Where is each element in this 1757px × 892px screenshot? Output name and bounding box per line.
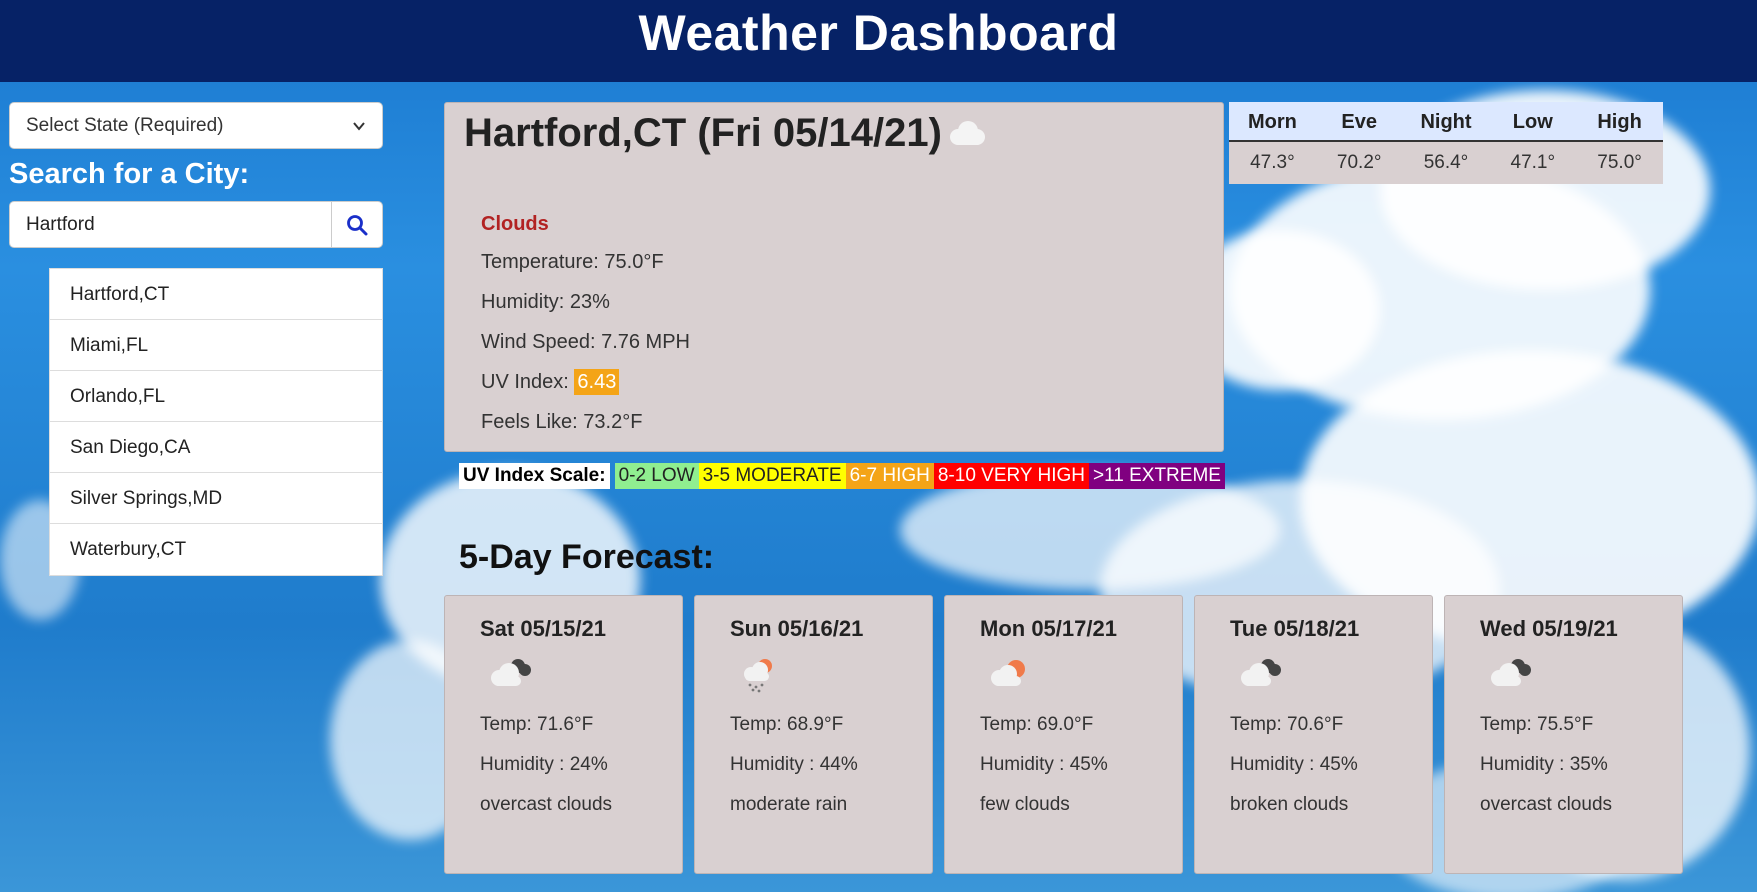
search-button[interactable] — [332, 202, 382, 247]
feels-like-text: Feels Like: 73.2°F — [481, 411, 643, 433]
uv-scale-moderate: 3-5 MODERATE — [698, 463, 846, 489]
uv-index-badge: 6.43 — [574, 369, 620, 395]
uv-scale-extreme: >11 EXTREME — [1089, 463, 1225, 489]
wind-speed-text: Wind Speed: 7.76 MPH — [481, 331, 690, 353]
weather-description: Clouds — [481, 213, 549, 235]
search-bar — [9, 201, 383, 248]
forecast-description: overcast clouds — [480, 794, 613, 815]
forecast-date: Wed 05/19/21 — [1480, 616, 1618, 641]
forecast-card: Wed 05/19/21 Temp: 75.5°F Humidity : 35%… — [1444, 595, 1683, 874]
search-label: Search for a City: — [9, 158, 250, 190]
temperature-text: Temperature: 75.0°F — [481, 251, 664, 273]
city-history-item[interactable]: San Diego,CA — [50, 422, 382, 473]
forecast-card: Tue 05/18/21 Temp: 70.6°F Humidity : 45%… — [1194, 595, 1433, 874]
forecast-humidity: Humidity : 45% — [1230, 754, 1358, 775]
temps-header-row: Morn Eve Night Low High — [1229, 102, 1663, 142]
temps-header: Low — [1512, 111, 1553, 133]
forecast-temp: Temp: 75.5°F — [1480, 714, 1594, 735]
city-history-list: Hartford,CT Miami,FL Orlando,FL San Dieg… — [49, 268, 383, 576]
temps-header: Night — [1420, 111, 1472, 133]
cloud-icon — [950, 121, 985, 145]
uv-scale-label: UV Index Scale: — [459, 463, 610, 489]
forecast-humidity: Humidity : 24% — [480, 754, 608, 775]
temps-value: 70.2° — [1336, 152, 1382, 173]
chevron-down-icon — [353, 122, 365, 131]
city-history-item[interactable]: Miami,FL — [50, 320, 382, 371]
few-clouds-icon — [991, 660, 1025, 686]
forecast-card: Sun 05/16/21 Temp: 68.9°F Humidity : 44%… — [694, 595, 933, 874]
search-input[interactable] — [10, 202, 332, 247]
rain-icon — [744, 659, 772, 693]
temps-header: High — [1597, 111, 1642, 133]
temps-value: 75.0° — [1597, 152, 1642, 173]
uv-index-label: UV Index: — [481, 371, 575, 393]
forecast-date: Sun 05/16/21 — [730, 616, 864, 641]
temps-value: 47.1° — [1510, 152, 1556, 173]
forecast-humidity: Humidity : 35% — [1480, 754, 1608, 775]
temps-value: 47.3° — [1250, 152, 1295, 173]
forecast-temp: Temp: 71.6°F — [480, 714, 594, 735]
forecast-humidity: Humidity : 44% — [730, 754, 858, 775]
forecast-date: Sat 05/15/21 — [480, 616, 606, 641]
city-history-item[interactable]: Orlando,FL — [50, 371, 382, 422]
temps-header: Morn — [1247, 111, 1297, 133]
forecast-date: Tue 05/18/21 — [1230, 616, 1360, 641]
temps-header: Eve — [1341, 111, 1377, 133]
current-weather-card: Hartford,CT (Fri 05/14/21) Clouds Temper… — [444, 102, 1224, 452]
city-history-item[interactable]: Waterbury,CT — [50, 524, 382, 575]
daily-temps-table: Morn Eve Night Low High 47.3° 70.2° 56.4… — [1229, 102, 1663, 184]
uv-index-scale: UV Index Scale: 0-2 LOW 3-5 MODERATE 6-7… — [459, 463, 1225, 489]
temps-value: 56.4° — [1423, 152, 1469, 173]
forecast-temp: Temp: 70.6°F — [1230, 714, 1344, 735]
page-title: Weather Dashboard — [638, 5, 1119, 61]
app-header: Weather Dashboard — [0, 0, 1757, 82]
current-city-title: Hartford,CT (Fri 05/14/21) — [464, 111, 942, 155]
broken-clouds-icon — [1241, 659, 1281, 686]
overcast-clouds-icon — [491, 659, 531, 686]
uv-scale-low: 0-2 LOW — [614, 463, 699, 489]
forecast-date: Mon 05/17/21 — [980, 616, 1117, 641]
overcast-clouds-icon — [1491, 659, 1531, 686]
forecast-description: few clouds — [980, 794, 1070, 815]
state-select[interactable]: Select State (Required) — [9, 102, 383, 149]
city-history-item[interactable]: Silver Springs,MD — [50, 473, 382, 524]
temps-value-row: 47.3° 70.2° 56.4° 47.1° 75.0° — [1229, 142, 1663, 182]
forecast-card: Sat 05/15/21 Temp: 71.6°F Humidity : 24%… — [444, 595, 683, 874]
forecast-description: broken clouds — [1230, 794, 1349, 815]
uv-index-row: UV Index: 6.43 — [481, 369, 620, 395]
forecast-description: moderate rain — [730, 794, 848, 815]
forecast-card: Mon 05/17/21 Temp: 69.0°F Humidity : 45%… — [944, 595, 1183, 874]
forecast-heading: 5-Day Forecast: — [459, 538, 715, 576]
forecast-temp: Temp: 69.0°F — [980, 714, 1094, 735]
state-select-value: Select State (Required) — [26, 115, 224, 136]
forecast-description: overcast clouds — [1480, 794, 1613, 815]
forecast-humidity: Humidity : 45% — [980, 754, 1108, 775]
city-history-item[interactable]: Hartford,CT — [50, 269, 382, 320]
forecast-temp: Temp: 68.9°F — [730, 714, 844, 735]
uv-scale-very-high: 8-10 VERY HIGH — [933, 463, 1089, 489]
search-icon — [347, 214, 368, 235]
uv-scale-high: 6-7 HIGH — [845, 463, 934, 489]
humidity-text: Humidity: 23% — [481, 291, 610, 313]
